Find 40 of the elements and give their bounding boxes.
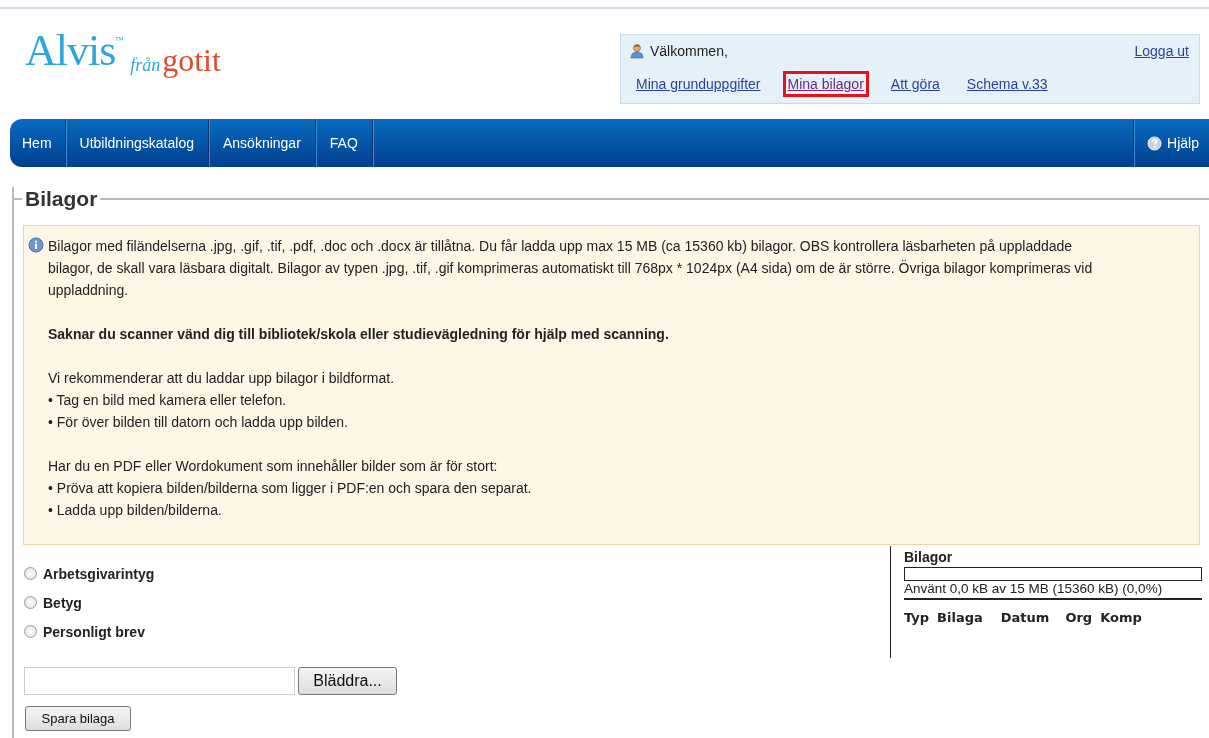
account-link[interactable]: Att göra (885, 71, 945, 97)
section-title: Bilagor (24, 187, 99, 211)
account-link[interactable]: Mina grunduppgifter (631, 71, 766, 97)
info-text: • Pröva att kopiera bilden/bilderna som ligger i PDF:en och spara den separat. (48, 479, 533, 498)
radio-button[interactable] (24, 567, 37, 580)
info-text: Har du en PDF eller Wordokument som innehåller bilder som är för stort: (48, 457, 499, 476)
nav-link[interactable]: Ansökningar (208, 119, 316, 167)
file-path-field[interactable] (24, 667, 295, 695)
nav-link[interactable]: FAQ (315, 119, 373, 167)
nav-link[interactable]: Hem (10, 119, 66, 167)
radio-button[interactable] (24, 625, 37, 638)
account-link[interactable]: Mina bilagor (782, 71, 869, 97)
column-header: Typ (904, 610, 930, 625)
summary-title: Bilagor (904, 549, 954, 565)
radio-label: Personligt brev (43, 623, 145, 640)
info-text: • Ladda upp bilden/bilderna. (48, 501, 223, 520)
info-notice: Saknar du scanner vänd dig till bibliotek/skola eller studievägledning för hjälp med scanning. (48, 325, 670, 344)
info-text: Bilagor med filändelserna .jpg, .gif, .tif, .pdf, .doc och .docx är tillåtna. Du får ladda upp max 15 MB (ca 15360 kb) bilagor. OBS kontrollera läsbarheten på uppladdade bilagor, de skall vara läsbara digitalt. Bilagor av typen .jpg, .tif, .gif komprimeras automatiskt till 768px * 1024px (A4 sida) om de är större. Övriga bilagor komprimeras vid uppladdning. (48, 237, 1094, 300)
radio-label: Betyg (43, 594, 82, 611)
info-text: Vi rekommenderar att du laddar upp bilagor i bildformat. (48, 369, 396, 388)
radio-button[interactable] (24, 596, 37, 609)
help-link[interactable]: Hjälp (1133, 119, 1209, 167)
save-button[interactable]: Spara bilaga (25, 706, 131, 731)
column-header: Komp (1100, 610, 1142, 625)
info-text: • Tag en bild med kamera eller telefon. (48, 391, 288, 410)
usage-text: Använt 0,0 kB av 15 MB (15360 kB) (0,0%) (904, 581, 1202, 600)
nav-link[interactable]: Utbildningskatalog (65, 119, 209, 167)
browse-button[interactable]: Bläddra... (298, 667, 397, 695)
info-text: • För över bilden till datorn och ladda upp bilden. (48, 413, 349, 432)
account-link[interactable]: Schema v.33 (961, 71, 1053, 97)
column-header: Datum (1000, 610, 1050, 625)
logout-link[interactable]: Logga ut (1134, 43, 1189, 59)
column-header: Org (1065, 610, 1093, 625)
info-icon (28, 237, 44, 253)
logo: Alvis™ frångotit (25, 25, 221, 76)
user-icon (629, 43, 645, 59)
greeting-text: Välkommen, (650, 43, 728, 59)
column-header: Bilaga (937, 610, 983, 625)
radio-label: Arbetsgivarintyg (43, 565, 155, 582)
help-icon (1147, 135, 1163, 151)
